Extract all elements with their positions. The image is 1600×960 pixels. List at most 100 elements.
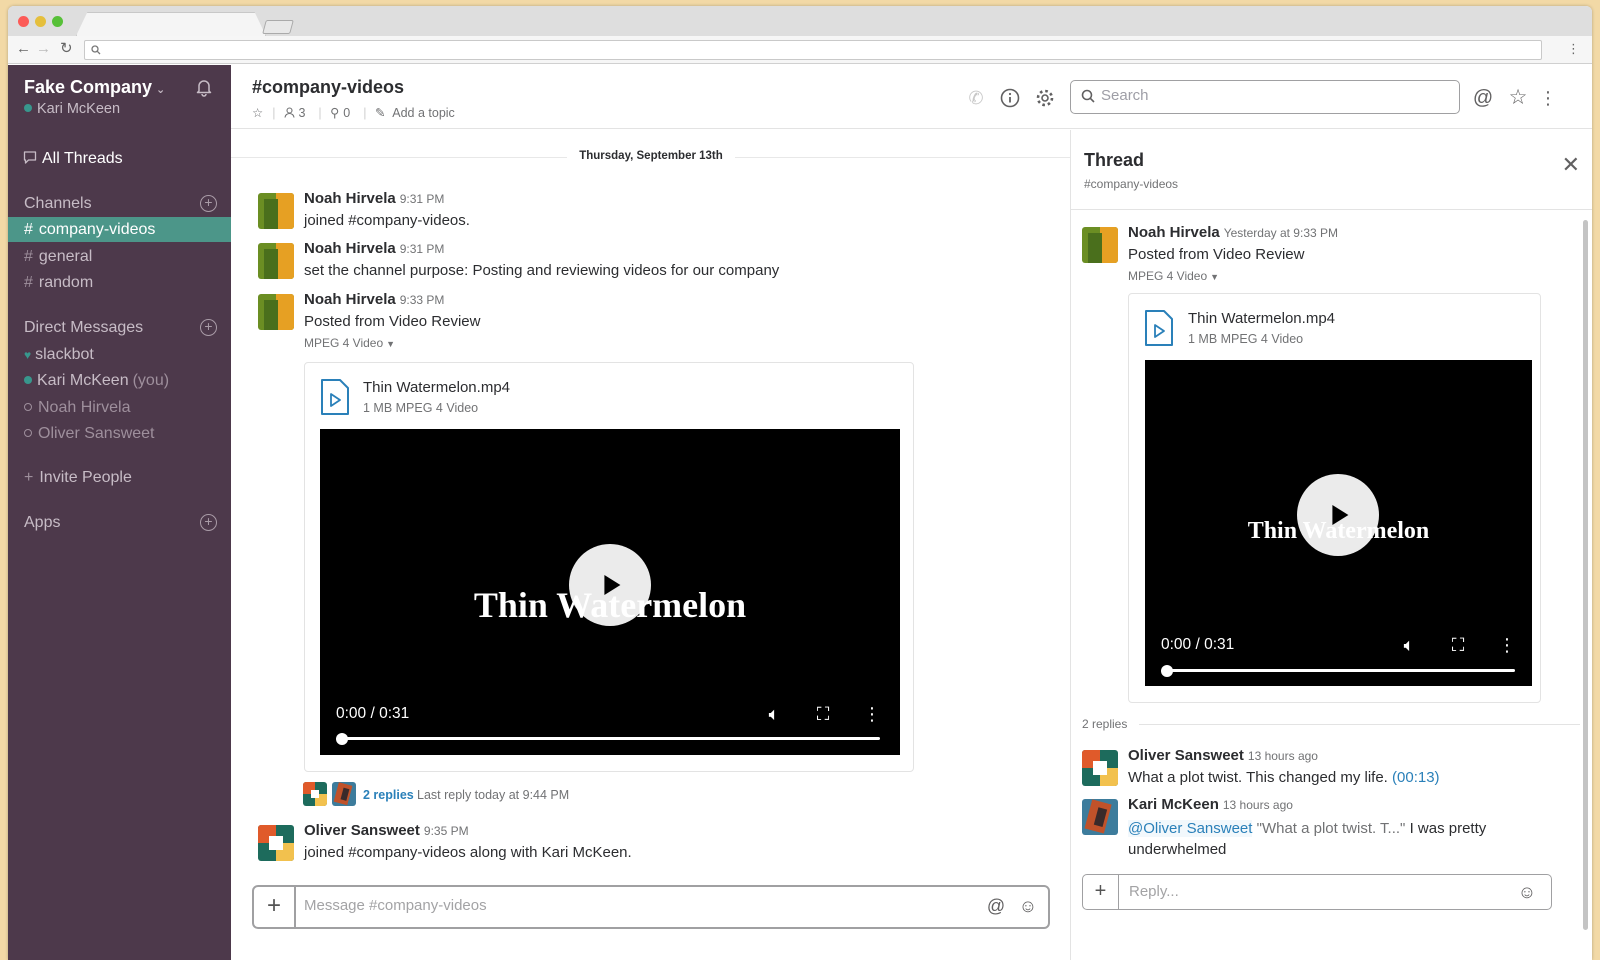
video-progress-knob[interactable]: [336, 733, 348, 745]
attach-plus-button[interactable]: +: [1083, 875, 1119, 909]
current-user[interactable]: Kari McKeen: [24, 101, 120, 117]
message-sender[interactable]: Noah Hirvela: [304, 291, 396, 308]
video-player[interactable]: Thin Watermelon 0:00 / 0:31 🔈︎ ⛶ ⋮: [1145, 360, 1532, 686]
message-timestamp[interactable]: Yesterday at 9:33 PM: [1224, 226, 1338, 240]
video-player[interactable]: Thin Watermelon 0:00 / 0:31 🔈︎ ⛶ ⋮: [320, 429, 900, 755]
bell-icon[interactable]: [194, 77, 214, 97]
video-progress-knob[interactable]: [1161, 665, 1173, 677]
file-attachment[interactable]: Thin Watermelon.mp4 1 MB MPEG 4 Video Th…: [1128, 293, 1541, 703]
avatar[interactable]: [258, 825, 294, 861]
more-menu-icon[interactable]: ⋮: [1537, 87, 1559, 109]
heart-icon: ♥: [24, 348, 32, 362]
message-sender[interactable]: Noah Hirvela: [304, 240, 396, 257]
file-attachment[interactable]: Thin Watermelon.mp4 1 MB MPEG 4 Video Th…: [304, 362, 914, 772]
add-channel-icon[interactable]: +: [200, 195, 217, 212]
invite-people-link[interactable]: + Invite People: [24, 469, 132, 487]
dm-item-kari-mckeen[interactable]: Kari McKeen (you): [24, 372, 169, 390]
file-name[interactable]: Thin Watermelon.mp4: [363, 379, 510, 396]
add-app-icon[interactable]: +: [200, 514, 217, 531]
back-arrow-icon[interactable]: ←: [16, 41, 31, 57]
star-icon[interactable]: ☆: [252, 106, 263, 120]
replies-count: 2 replies: [1082, 717, 1128, 731]
dm-item-slackbot[interactable]: ♥ slackbot: [24, 346, 94, 364]
workspace-name[interactable]: Fake Company ⌄: [24, 77, 165, 98]
message-input[interactable]: [304, 897, 964, 914]
browser-menu-icon[interactable]: ⋮: [1567, 42, 1580, 56]
direct-messages-heading[interactable]: Direct Messages: [24, 319, 143, 337]
thread-scrollbar[interactable]: [1583, 220, 1588, 930]
replies-link[interactable]: 2 replies: [363, 788, 414, 802]
all-threads-link[interactable]: All Threads: [22, 150, 123, 168]
reload-icon[interactable]: ↻: [60, 41, 73, 57]
apps-heading[interactable]: Apps: [24, 514, 60, 532]
video-progress-track[interactable]: [340, 737, 880, 740]
close-window-button[interactable]: [18, 16, 29, 27]
message-timestamp[interactable]: 9:33 PM: [400, 293, 445, 307]
add-topic-link[interactable]: ✎ Add a topic: [375, 106, 459, 120]
mentions-icon[interactable]: @: [1472, 87, 1494, 109]
file-type-toggle[interactable]: MPEG 4 Video ▼: [1128, 269, 1548, 283]
search-input[interactable]: [1101, 87, 1441, 104]
message-timestamp[interactable]: 13 hours ago: [1248, 749, 1318, 763]
emoji-icon[interactable]: ☺: [1018, 896, 1038, 916]
fullscreen-icon[interactable]: ⛶: [813, 704, 833, 724]
new-tab-button[interactable]: [262, 20, 294, 34]
dm-item-oliver-sansweet[interactable]: Oliver Sansweet: [24, 425, 155, 443]
avatar[interactable]: [258, 294, 294, 330]
play-button[interactable]: [1297, 474, 1379, 556]
close-icon[interactable]: ✕: [1562, 154, 1580, 176]
message-sender[interactable]: Noah Hirvela: [304, 190, 396, 207]
pencil-icon: ✎: [374, 106, 386, 120]
browser-tab[interactable]: [76, 12, 266, 36]
members-count[interactable]: 3: [284, 106, 309, 120]
message-sender[interactable]: Oliver Sansweet: [304, 822, 420, 839]
avatar[interactable]: [258, 193, 294, 229]
address-bar[interactable]: [84, 40, 1542, 60]
emoji-icon[interactable]: ☺: [1517, 882, 1537, 902]
file-name[interactable]: Thin Watermelon.mp4: [1188, 310, 1335, 327]
message-timestamp[interactable]: 9:31 PM: [400, 242, 445, 256]
message-timestamp[interactable]: 13 hours ago: [1223, 798, 1293, 812]
maximize-window-button[interactable]: [52, 16, 63, 27]
forward-arrow-icon[interactable]: →: [36, 41, 51, 57]
mention-icon[interactable]: @: [986, 896, 1006, 916]
starred-icon[interactable]: ☆: [1507, 87, 1529, 109]
phone-icon[interactable]: ✆: [965, 87, 987, 109]
message-sender[interactable]: Kari McKeen: [1128, 796, 1219, 813]
user-mention[interactable]: @Oliver Sansweet: [1128, 820, 1253, 837]
timestamp-link[interactable]: (00:13): [1392, 769, 1440, 786]
message-sender[interactable]: Noah Hirvela: [1128, 224, 1220, 241]
thread-channel[interactable]: #company-videos: [1084, 177, 1178, 191]
video-menu-icon[interactable]: ⋮: [1497, 635, 1517, 655]
volume-icon[interactable]: 🔈︎: [1399, 635, 1419, 655]
avatar[interactable]: [1082, 799, 1118, 835]
message-timestamp[interactable]: 9:31 PM: [400, 192, 445, 206]
minimize-window-button[interactable]: [35, 16, 46, 27]
attach-plus-button[interactable]: +: [254, 887, 296, 927]
message-sender[interactable]: Oliver Sansweet: [1128, 747, 1244, 764]
message-timestamp[interactable]: 9:35 PM: [424, 824, 469, 838]
dm-item-noah-hirvela[interactable]: Noah Hirvela: [24, 399, 130, 417]
channels-heading[interactable]: Channels: [24, 195, 92, 213]
play-button[interactable]: [569, 544, 651, 626]
search-icon: [91, 45, 101, 55]
video-menu-icon[interactable]: ⋮: [862, 704, 882, 724]
file-type-toggle[interactable]: MPEG 4 Video ▼: [304, 336, 1044, 350]
avatar[interactable]: [1082, 750, 1118, 786]
info-icon[interactable]: [999, 87, 1021, 109]
add-dm-icon[interactable]: +: [200, 319, 217, 336]
sidebar-item-random[interactable]: # random: [8, 270, 231, 295]
invite-label: Invite People: [39, 469, 132, 486]
avatar[interactable]: [258, 243, 294, 279]
avatar[interactable]: [1082, 227, 1118, 263]
sidebar-item-company-videos[interactable]: # company-videos: [8, 217, 231, 242]
sidebar-item-general[interactable]: # general: [8, 244, 231, 269]
reply-input[interactable]: [1129, 883, 1499, 900]
search-box[interactable]: [1070, 80, 1460, 114]
video-progress-track[interactable]: [1165, 669, 1515, 672]
fullscreen-icon[interactable]: ⛶: [1448, 635, 1468, 655]
channel-title[interactable]: #company-videos: [252, 77, 404, 98]
volume-icon[interactable]: 🔈︎: [764, 704, 784, 724]
gear-icon[interactable]: [1034, 87, 1056, 109]
pins-count[interactable]: ⚲ 0: [330, 106, 354, 120]
